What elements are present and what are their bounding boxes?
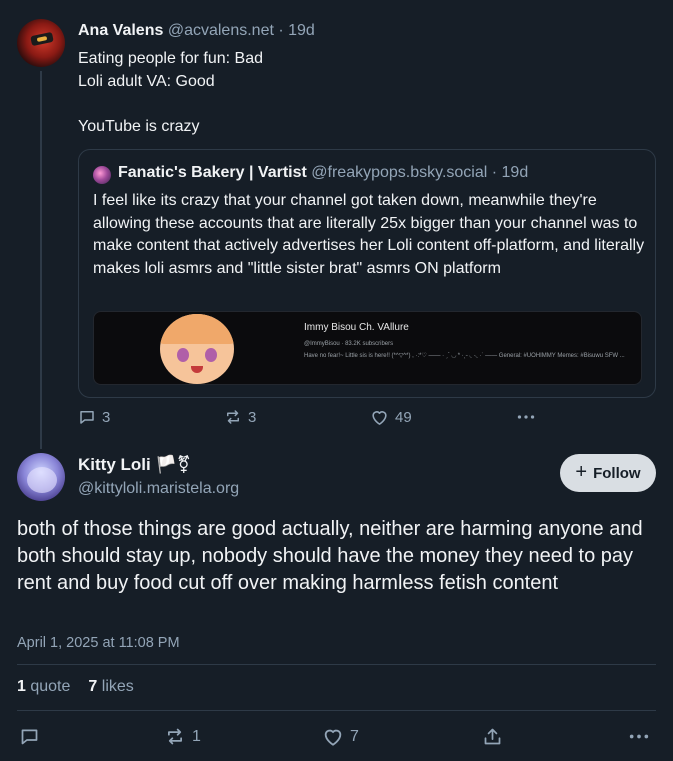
author-handle[interactable]: @acvalens.net (168, 22, 274, 39)
ellipsis-icon (629, 734, 649, 739)
reply-button[interactable]: 3 (78, 408, 110, 426)
repost-icon (227, 410, 239, 424)
heart-icon (324, 729, 342, 746)
quotes-count: 1 (17, 678, 26, 695)
post-text-line (78, 93, 638, 116)
follow-label: Follow (593, 464, 641, 482)
quotes-stat[interactable]: 1 quote (17, 678, 70, 696)
post-text-line: Loli adult VA: Good (78, 72, 215, 90)
embed-title: Immy Bisou Ch. VAllure (304, 322, 409, 333)
avatar-face-shape (27, 467, 57, 493)
embed-description: Have no fear!~ Little sis is here!! (*^▽… (304, 353, 625, 359)
quoted-author-avatar (93, 166, 111, 184)
repost-button[interactable]: 3 (224, 408, 256, 426)
quoted-author-name: Fanatic's Bakery | Vartist (118, 164, 307, 181)
ellipsis-icon (517, 415, 535, 419)
post-text-line: YouTube is crazy (78, 117, 200, 135)
plus-icon: + (575, 461, 588, 483)
post-text: both of those things are good actually, … (17, 518, 643, 594)
author-avatar[interactable] (17, 19, 65, 67)
follow-button[interactable]: + Follow (560, 454, 656, 492)
quoted-post-header: Fanatic's Bakery | Vartist @freakypops.b… (118, 164, 528, 182)
avatar-hair-shape (160, 314, 234, 344)
reply-count: 3 (102, 408, 111, 426)
youtube-channel-embed[interactable]: Immy Bisou Ch. VAllure @ImmyBisou · 83.2… (93, 311, 642, 385)
avatar-mouth-shape (191, 366, 203, 373)
divider (17, 664, 656, 665)
divider (17, 710, 656, 711)
likes-stat[interactable]: 7 likes (88, 678, 133, 696)
like-count: 49 (395, 408, 412, 426)
more-options-button[interactable] (628, 726, 650, 747)
post-actions: 1 7 (0, 726, 673, 750)
share-icon (484, 728, 501, 745)
like-count: 7 (350, 727, 359, 745)
repost-count: 3 (248, 408, 257, 426)
repost-count: 1 (192, 727, 201, 745)
likes-label: likes (101, 678, 134, 695)
likes-count: 7 (88, 678, 98, 695)
quoted-post[interactable]: Fanatic's Bakery | Vartist @freakypops.b… (78, 149, 656, 398)
like-button[interactable]: 7 (322, 726, 359, 747)
quotes-label: quote (30, 678, 71, 695)
post-text: Eating people for fun: Bad Loli adult VA… (78, 48, 638, 138)
quoted-post-age: · 19d (491, 164, 529, 181)
post-header: Ana Valens @acvalens.net · 19d (78, 22, 315, 40)
post-stats: 1 quote 7 likes (17, 678, 134, 696)
post-actions: 3 3 49 (78, 408, 578, 430)
channel-avatar (160, 314, 234, 384)
repost-button[interactable]: 1 (164, 726, 201, 747)
repost-icon (168, 728, 182, 745)
like-button[interactable]: 49 (370, 408, 412, 426)
reply-button[interactable] (19, 726, 40, 747)
parent-post[interactable]: Ana Valens @acvalens.net · 19d Eating pe… (0, 0, 673, 450)
post-timestamp[interactable]: April 1, 2025 at 11:08 PM (17, 635, 180, 651)
post-age: · 19d (278, 22, 315, 39)
more-options-button[interactable] (516, 408, 536, 426)
reply-icon (80, 411, 94, 424)
thread-connector-line (40, 71, 42, 449)
author-name[interactable]: Kitty Loli 🏳️⚧ (78, 455, 191, 475)
author-avatar[interactable] (17, 453, 65, 501)
post-text-line: Eating people for fun: Bad (78, 50, 264, 67)
heart-icon (372, 411, 387, 425)
avatar-eye-shape (177, 348, 189, 362)
author-handle[interactable]: @kittyloli.maristela.org (78, 480, 239, 498)
quoted-post-text: I feel like its crazy that your channel … (93, 192, 645, 277)
avatar-eye-shape (205, 348, 217, 362)
embed-meta: @ImmyBisou · 83.2K subscribers (304, 341, 394, 347)
reply-icon (21, 729, 38, 745)
share-button[interactable] (482, 726, 503, 747)
author-name[interactable]: Ana Valens (78, 22, 163, 39)
quoted-author-handle: @freakypops.bsky.social (311, 164, 488, 181)
